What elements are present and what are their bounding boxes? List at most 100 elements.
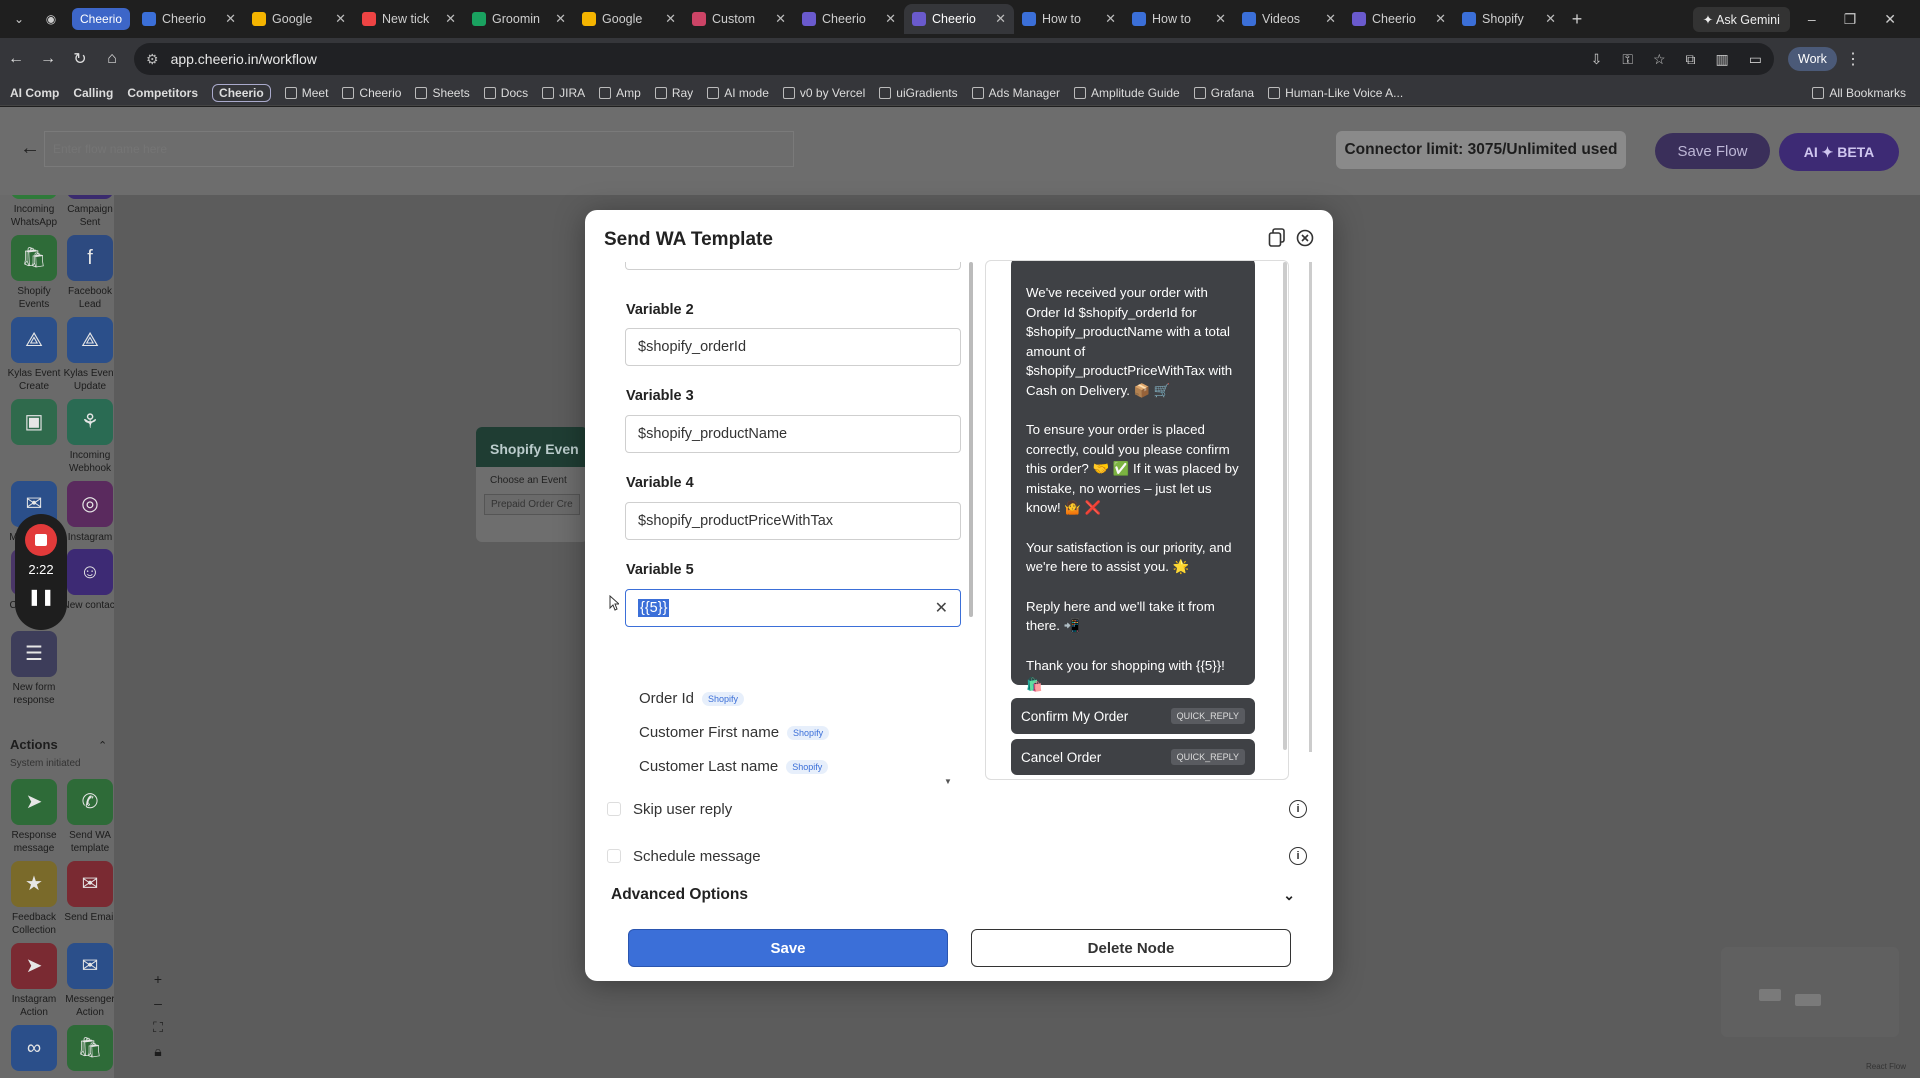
tab-close-icon[interactable]: ✕ [885,11,896,27]
tab-close-icon[interactable]: ✕ [995,11,1006,27]
tab-close-icon[interactable]: ✕ [1325,11,1336,27]
tab-search-icon[interactable]: ⌄ [6,6,32,32]
save-button[interactable]: Save [628,929,948,967]
skip-user-reply-checkbox[interactable] [607,802,621,816]
sidebar-node[interactable]: ☰ New form response [6,631,62,707]
dropdown-option[interactable]: Order Id Shopify [639,690,745,707]
ai-beta-button[interactable]: AI ✦ BETA [1779,133,1899,171]
bookmark-item[interactable]: v0 by Vercel [782,86,865,100]
bookmark-item[interactable]: Amp [599,86,641,100]
variable-5-input[interactable]: {{5}} ✕ [625,589,961,627]
quick-reply-cancel[interactable]: Cancel Order QUICK_REPLY [1011,739,1255,775]
sidebar-node[interactable]: ★ Feedback Collection [6,861,62,937]
tab-close-icon[interactable]: ✕ [225,11,236,27]
close-icon[interactable] [1296,229,1314,247]
profile-chip[interactable]: Work [1788,47,1837,71]
bookmark-item[interactable]: Competitors [127,86,198,100]
bookmark-item[interactable]: AI mode [707,86,769,100]
back-arrow-icon[interactable]: ← [20,137,40,160]
tab-close-icon[interactable]: ✕ [1105,11,1116,27]
advanced-options-toggle[interactable]: Advanced Options ⌄ [611,886,1295,904]
fit-view-icon[interactable]: ⛶ [146,1015,170,1039]
sidebar-node[interactable]: ⟁ Kylas Event Update [62,317,114,393]
browser-tab[interactable]: New tick ✕ [354,4,464,34]
info-icon[interactable]: i [1289,847,1307,865]
dropdown-option[interactable]: Customer First name Shopify [639,724,830,741]
browser-tab[interactable]: Cheerio ✕ [904,4,1015,34]
bookmark-item[interactable]: Ads Manager [971,86,1060,100]
tab-close-icon[interactable]: ✕ [665,11,676,27]
minimize-icon[interactable]: – [1808,11,1816,28]
copy-icon[interactable] [1268,228,1286,248]
clear-input-icon[interactable]: ✕ [935,598,948,618]
preview-scrollbar[interactable] [1283,262,1287,750]
lock-icon[interactable]: 🔒︎ [146,1039,170,1063]
extensions-icon[interactable]: ⧉ [1686,51,1696,68]
bookmark-item[interactable]: AI Comp [10,86,59,100]
form-scrollbar[interactable] [969,262,973,617]
flow-name-input[interactable] [44,131,794,167]
variable-3-input[interactable]: $shopify_productName [625,415,961,453]
sidebar-node[interactable]: ⚘ Incoming Webhook [62,399,114,475]
back-icon[interactable]: ← [0,50,32,68]
sidebar-node[interactable]: ✉ Send Email [62,861,114,924]
browser-tab[interactable]: Videos ✕ [1234,4,1344,34]
sidebar-node[interactable]: ◎ Instagram [62,481,114,544]
sidebar-node[interactable]: ➤ Response message [6,779,62,855]
sidebar-node[interactable]: ✆ Send WA template [62,779,114,855]
minimap[interactable] [1721,947,1899,1037]
tab-group-chip[interactable]: Cheerio [72,8,131,30]
browser-tab[interactable]: How to ✕ [1014,4,1124,34]
variable-2-input[interactable]: $shopify_orderId [625,328,961,366]
bookmark-item[interactable]: Calling [73,86,113,100]
record-icon[interactable]: ◉ [38,6,64,32]
tab-close-icon[interactable]: ✕ [1545,11,1556,27]
node-event-select[interactable]: Prepaid Order Cre [484,494,580,515]
browser-tab[interactable]: Google ✕ [574,4,684,34]
collapse-actions-icon[interactable]: ⌃ [98,739,107,752]
sidebar-node[interactable]: ▣ [6,399,62,449]
tab-close-icon[interactable]: ✕ [335,11,346,27]
reload-icon[interactable]: ↻ [64,49,96,69]
variable-4-input[interactable]: $shopify_productPriceWithTax [625,502,961,540]
browser-tab[interactable]: Google ✕ [244,4,354,34]
bookmark-item[interactable]: uiGradients [879,86,958,100]
save-flow-button[interactable]: Save Flow [1655,133,1770,169]
quick-reply-confirm[interactable]: Confirm My Order QUICK_REPLY [1011,698,1255,734]
shopify-event-node[interactable]: Shopify Even Choose an Event Prepaid Ord… [476,427,588,542]
tab-close-icon[interactable]: ✕ [1435,11,1446,27]
devices-icon[interactable]: ▭ [1749,51,1762,68]
menu-icon[interactable]: ⋮ [1837,49,1869,69]
sidebar-node[interactable]: ⟁ Kylas Event Create [6,317,62,393]
browser-tab[interactable]: Custom ✕ [684,4,794,34]
bookmark-star-icon[interactable]: ☆ [1653,51,1666,68]
modal-scrollbar[interactable] [1309,262,1312,752]
tab-close-icon[interactable]: ✕ [1215,11,1226,27]
bookmark-item[interactable]: Cheerio [212,83,271,102]
variable-1-input-edge[interactable] [625,262,961,270]
bookmark-item[interactable]: Meet [284,86,328,100]
dropdown-option[interactable]: Customer Last name Shopify [639,758,829,775]
password-key-icon[interactable]: ⚿ [1622,51,1633,68]
home-icon[interactable]: ⌂ [96,50,128,68]
info-icon[interactable]: i [1289,800,1307,818]
browser-tab[interactable]: Cheerio ✕ [134,4,244,34]
sidebar-node[interactable]: f Facebook Lead [62,235,114,311]
delete-node-button[interactable]: Delete Node [971,929,1291,967]
react-flow-attribution[interactable]: React Flow [1866,1062,1906,1071]
bookmark-item[interactable]: Sheets [415,86,470,100]
bookmark-item[interactable]: Human-Like Voice A... [1268,86,1403,100]
bookmark-item[interactable]: Ray [654,86,693,100]
new-tab-button[interactable]: + [1564,9,1590,30]
sidebar-node[interactable]: 🛍︎ [62,1025,114,1075]
address-bar[interactable]: ⚙ app.cheerio.in/workflow ⇩ ⚿ ☆ ⧉ ▥ ▭ [134,43,1774,75]
ask-gemini-button[interactable]: ✦ Ask Gemini [1692,6,1790,32]
bookmark-item[interactable]: Grafana [1193,86,1254,100]
browser-tab[interactable]: Cheerio ✕ [794,4,904,34]
install-icon[interactable]: ⇩ [1591,51,1603,68]
browser-tab[interactable]: Shopify ✕ [1454,4,1564,34]
sidebar-node[interactable]: ✉ Messenger Action [62,943,114,1019]
sidebar-node[interactable]: ✆ Incoming WhatsApp [6,195,62,229]
sidebar-node[interactable]: 🛍︎ Shopify Events [6,235,62,311]
bookmark-item[interactable]: Docs [483,86,528,100]
